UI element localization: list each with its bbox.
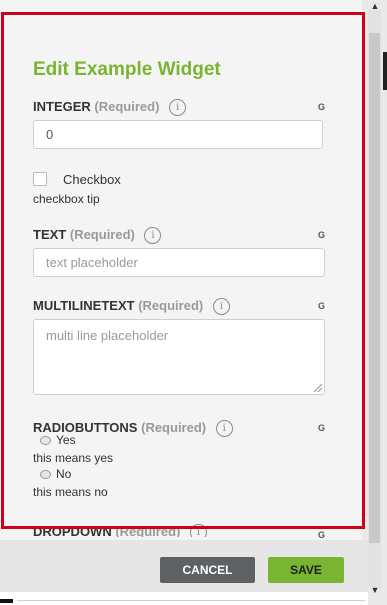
integer-required-text: (Required) [94, 99, 160, 114]
bottom-left-marker [0, 599, 13, 603]
text-field-label: TEXT (Required) i [33, 227, 162, 244]
multilinetext-placeholder: multi line placeholder [46, 328, 169, 343]
text-input[interactable]: text placeholder [33, 248, 325, 277]
text-required-text: (Required) [69, 227, 135, 242]
radiobuttons-required-text: (Required) [141, 420, 207, 435]
text-label-text: TEXT [33, 227, 67, 242]
dropdown-label-text: DROPDOWN [33, 524, 112, 537]
save-button[interactable]: SAVE [268, 557, 344, 583]
scroll-up-arrow-icon[interactable]: ▲ [369, 0, 381, 12]
radiobuttons-label-text: RADIOBUTTONS [33, 420, 138, 435]
multilinetext-field-label: MULTILINETEXT (Required) i [33, 298, 230, 315]
radiobuttons-g-marker: G [318, 423, 326, 433]
checkbox-label[interactable]: Checkbox [63, 172, 121, 187]
edge-marker [383, 52, 387, 90]
checkbox-tip: checkbox tip [33, 192, 100, 206]
bottom-bar [0, 592, 368, 605]
text-g-marker: G [318, 230, 326, 240]
dialog-title: Edit Example Widget [33, 59, 221, 80]
dropdown-info-icon[interactable]: i [189, 524, 207, 537]
multilinetext-textarea[interactable]: multi line placeholder [33, 319, 325, 395]
checkbox-input[interactable] [33, 172, 47, 186]
radio-yes-label[interactable]: Yes [56, 433, 76, 447]
dropdown-required-text: (Required) [115, 524, 181, 537]
dropdown-g-marker: G [318, 530, 326, 538]
multilinetext-label-text: MULTILINETEXT [33, 298, 135, 313]
dropdown-field-label: DROPDOWN (Required) i [33, 519, 207, 537]
radio-no[interactable] [40, 470, 51, 479]
radiobuttons-info-icon[interactable]: i [215, 420, 233, 437]
resize-grip-icon[interactable] [314, 384, 322, 392]
bottom-divider [17, 600, 365, 601]
multilinetext-required-text: (Required) [138, 298, 204, 313]
integer-info-icon[interactable]: i [169, 99, 187, 116]
radio-no-label[interactable]: No [56, 467, 71, 481]
integer-field-label: INTEGER (Required) i [33, 99, 187, 116]
scroll-down-arrow-icon[interactable]: ▼ [369, 584, 381, 596]
integer-g-marker: G [318, 102, 326, 112]
integer-label-text: INTEGER [33, 99, 91, 114]
radio-yes-description: this means yes [33, 451, 114, 465]
radio-no-description: this means no [33, 485, 108, 499]
text-info-icon[interactable]: i [144, 227, 162, 244]
multilinetext-info-icon[interactable]: i [212, 298, 230, 315]
scrollbar-thumb[interactable] [369, 33, 380, 543]
multilinetext-g-marker: G [318, 301, 326, 311]
integer-input[interactable]: 0 [33, 120, 323, 149]
cancel-button[interactable]: CANCEL [160, 557, 255, 583]
radio-yes[interactable] [40, 436, 51, 445]
